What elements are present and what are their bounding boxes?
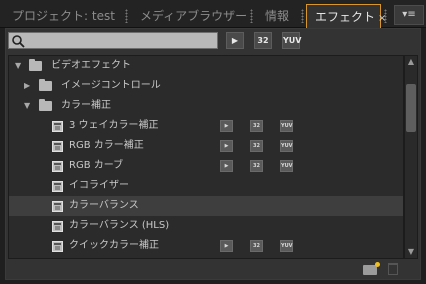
- folder-icon: [29, 59, 42, 71]
- tab-media-browser[interactable]: メディアブラウザー: [128, 4, 247, 28]
- tree-item-label: カラーバランス: [69, 200, 139, 211]
- tree-item-label: カラー補正: [61, 100, 111, 111]
- folder-icon: [39, 99, 52, 111]
- effects-panel: ▶ 32 YUV ▼ ビデオエフェクト ▶ イメージコントロール ▼ カラー補正…: [5, 28, 421, 280]
- tab-info[interactable]: 情報: [253, 4, 289, 28]
- effect-icon: [52, 121, 63, 132]
- yuv-filter-icon[interactable]: YUV: [282, 32, 301, 49]
- yuv-badge-icon: YUV: [280, 140, 293, 152]
- tree-item-label: イコライザー: [69, 180, 129, 191]
- tab-effects-label: エフェクト: [315, 10, 376, 24]
- effect-icon: [52, 221, 63, 232]
- effect-icon: [52, 141, 63, 152]
- tree-item-label: RGB カラー補正: [69, 140, 144, 151]
- effect-icon: [52, 201, 63, 212]
- tree-effect-item[interactable]: RGB カーブ ▶ 32 YUV: [9, 156, 403, 176]
- yuv-badge-icon: YUV: [280, 120, 293, 132]
- search-field[interactable]: [8, 32, 218, 49]
- scrollbar-thumb[interactable]: [406, 84, 416, 132]
- accelerated-badge-icon: ▶: [220, 160, 233, 172]
- 32bit-badge-icon: 32: [250, 140, 263, 152]
- tree-item-label: RGB カーブ: [69, 160, 124, 171]
- tab-project[interactable]: プロジェクト: test: [0, 4, 115, 28]
- tree-effect-item[interactable]: イコライザー: [9, 176, 403, 196]
- effect-icon: [52, 161, 63, 172]
- 32bit-badge-icon: 32: [250, 160, 263, 172]
- folder-icon: [39, 79, 52, 91]
- tree-folder-video-effects[interactable]: ▼ ビデオエフェクト: [9, 56, 403, 76]
- tree-effect-item[interactable]: カラーバランス (HLS): [9, 216, 403, 236]
- yuv-badge-icon: YUV: [280, 160, 293, 172]
- tree-folder-image-control[interactable]: ▶ イメージコントロール: [9, 76, 403, 96]
- tree-item-label: ビデオエフェクト: [51, 60, 131, 71]
- tab-grip[interactable]: [301, 9, 304, 23]
- panel-tab-bar: プロジェクト: test メディアブラウザー 情報 エフェクト × ▾≡: [0, 0, 426, 28]
- 32bit-badge-icon: 32: [250, 120, 263, 132]
- vertical-scrollbar[interactable]: ▲ ▼: [404, 55, 418, 259]
- tree-item-label: イメージコントロール: [61, 80, 161, 91]
- tree-folder-color-correction[interactable]: ▼ カラー補正: [9, 96, 403, 116]
- search-icon: [12, 35, 25, 48]
- tree-effect-item[interactable]: RGB カラー補正 ▶ 32 YUV: [9, 136, 403, 156]
- collapse-arrow-icon[interactable]: ▶: [24, 76, 30, 96]
- trash-icon[interactable]: [388, 263, 398, 275]
- accelerated-badge-icon: ▶: [220, 120, 233, 132]
- panel-menu-button[interactable]: ▾≡: [394, 5, 424, 25]
- effect-icon: [52, 241, 63, 252]
- 32bit-badge-icon: 32: [250, 240, 263, 252]
- scroll-down-icon[interactable]: ▼: [405, 246, 417, 258]
- expand-arrow-icon[interactable]: ▼: [24, 96, 30, 116]
- accelerated-badge-icon: ▶: [220, 140, 233, 152]
- tab-effects[interactable]: エフェクト ×: [306, 4, 386, 28]
- expand-arrow-icon[interactable]: ▼: [15, 56, 21, 76]
- accelerated-badge-icon: ▶: [220, 240, 233, 252]
- tree-item-label: クイックカラー補正: [69, 240, 159, 251]
- tree-item-label: カラーバランス (HLS): [69, 220, 170, 231]
- 32bit-filter-icon[interactable]: 32: [254, 32, 272, 49]
- tree-effect-item[interactable]: 3 ウェイカラー補正 ▶ 32 YUV: [9, 116, 403, 136]
- accelerated-effects-filter-icon[interactable]: ▶: [226, 32, 244, 49]
- tree-item-label: 3 ウェイカラー補正: [69, 120, 159, 131]
- effects-tree: ▼ ビデオエフェクト ▶ イメージコントロール ▼ カラー補正 3 ウェイカラー…: [8, 55, 404, 259]
- tree-effect-item-selected[interactable]: カラーバランス: [9, 196, 403, 216]
- tab-grip[interactable]: [384, 9, 387, 23]
- new-custom-bin-icon[interactable]: [363, 262, 380, 275]
- tree-effect-item[interactable]: クイックカラー補正 ▶ 32 YUV: [9, 236, 403, 256]
- scroll-up-icon[interactable]: ▲: [405, 56, 417, 68]
- effect-icon: [52, 181, 63, 192]
- yuv-badge-icon: YUV: [280, 240, 293, 252]
